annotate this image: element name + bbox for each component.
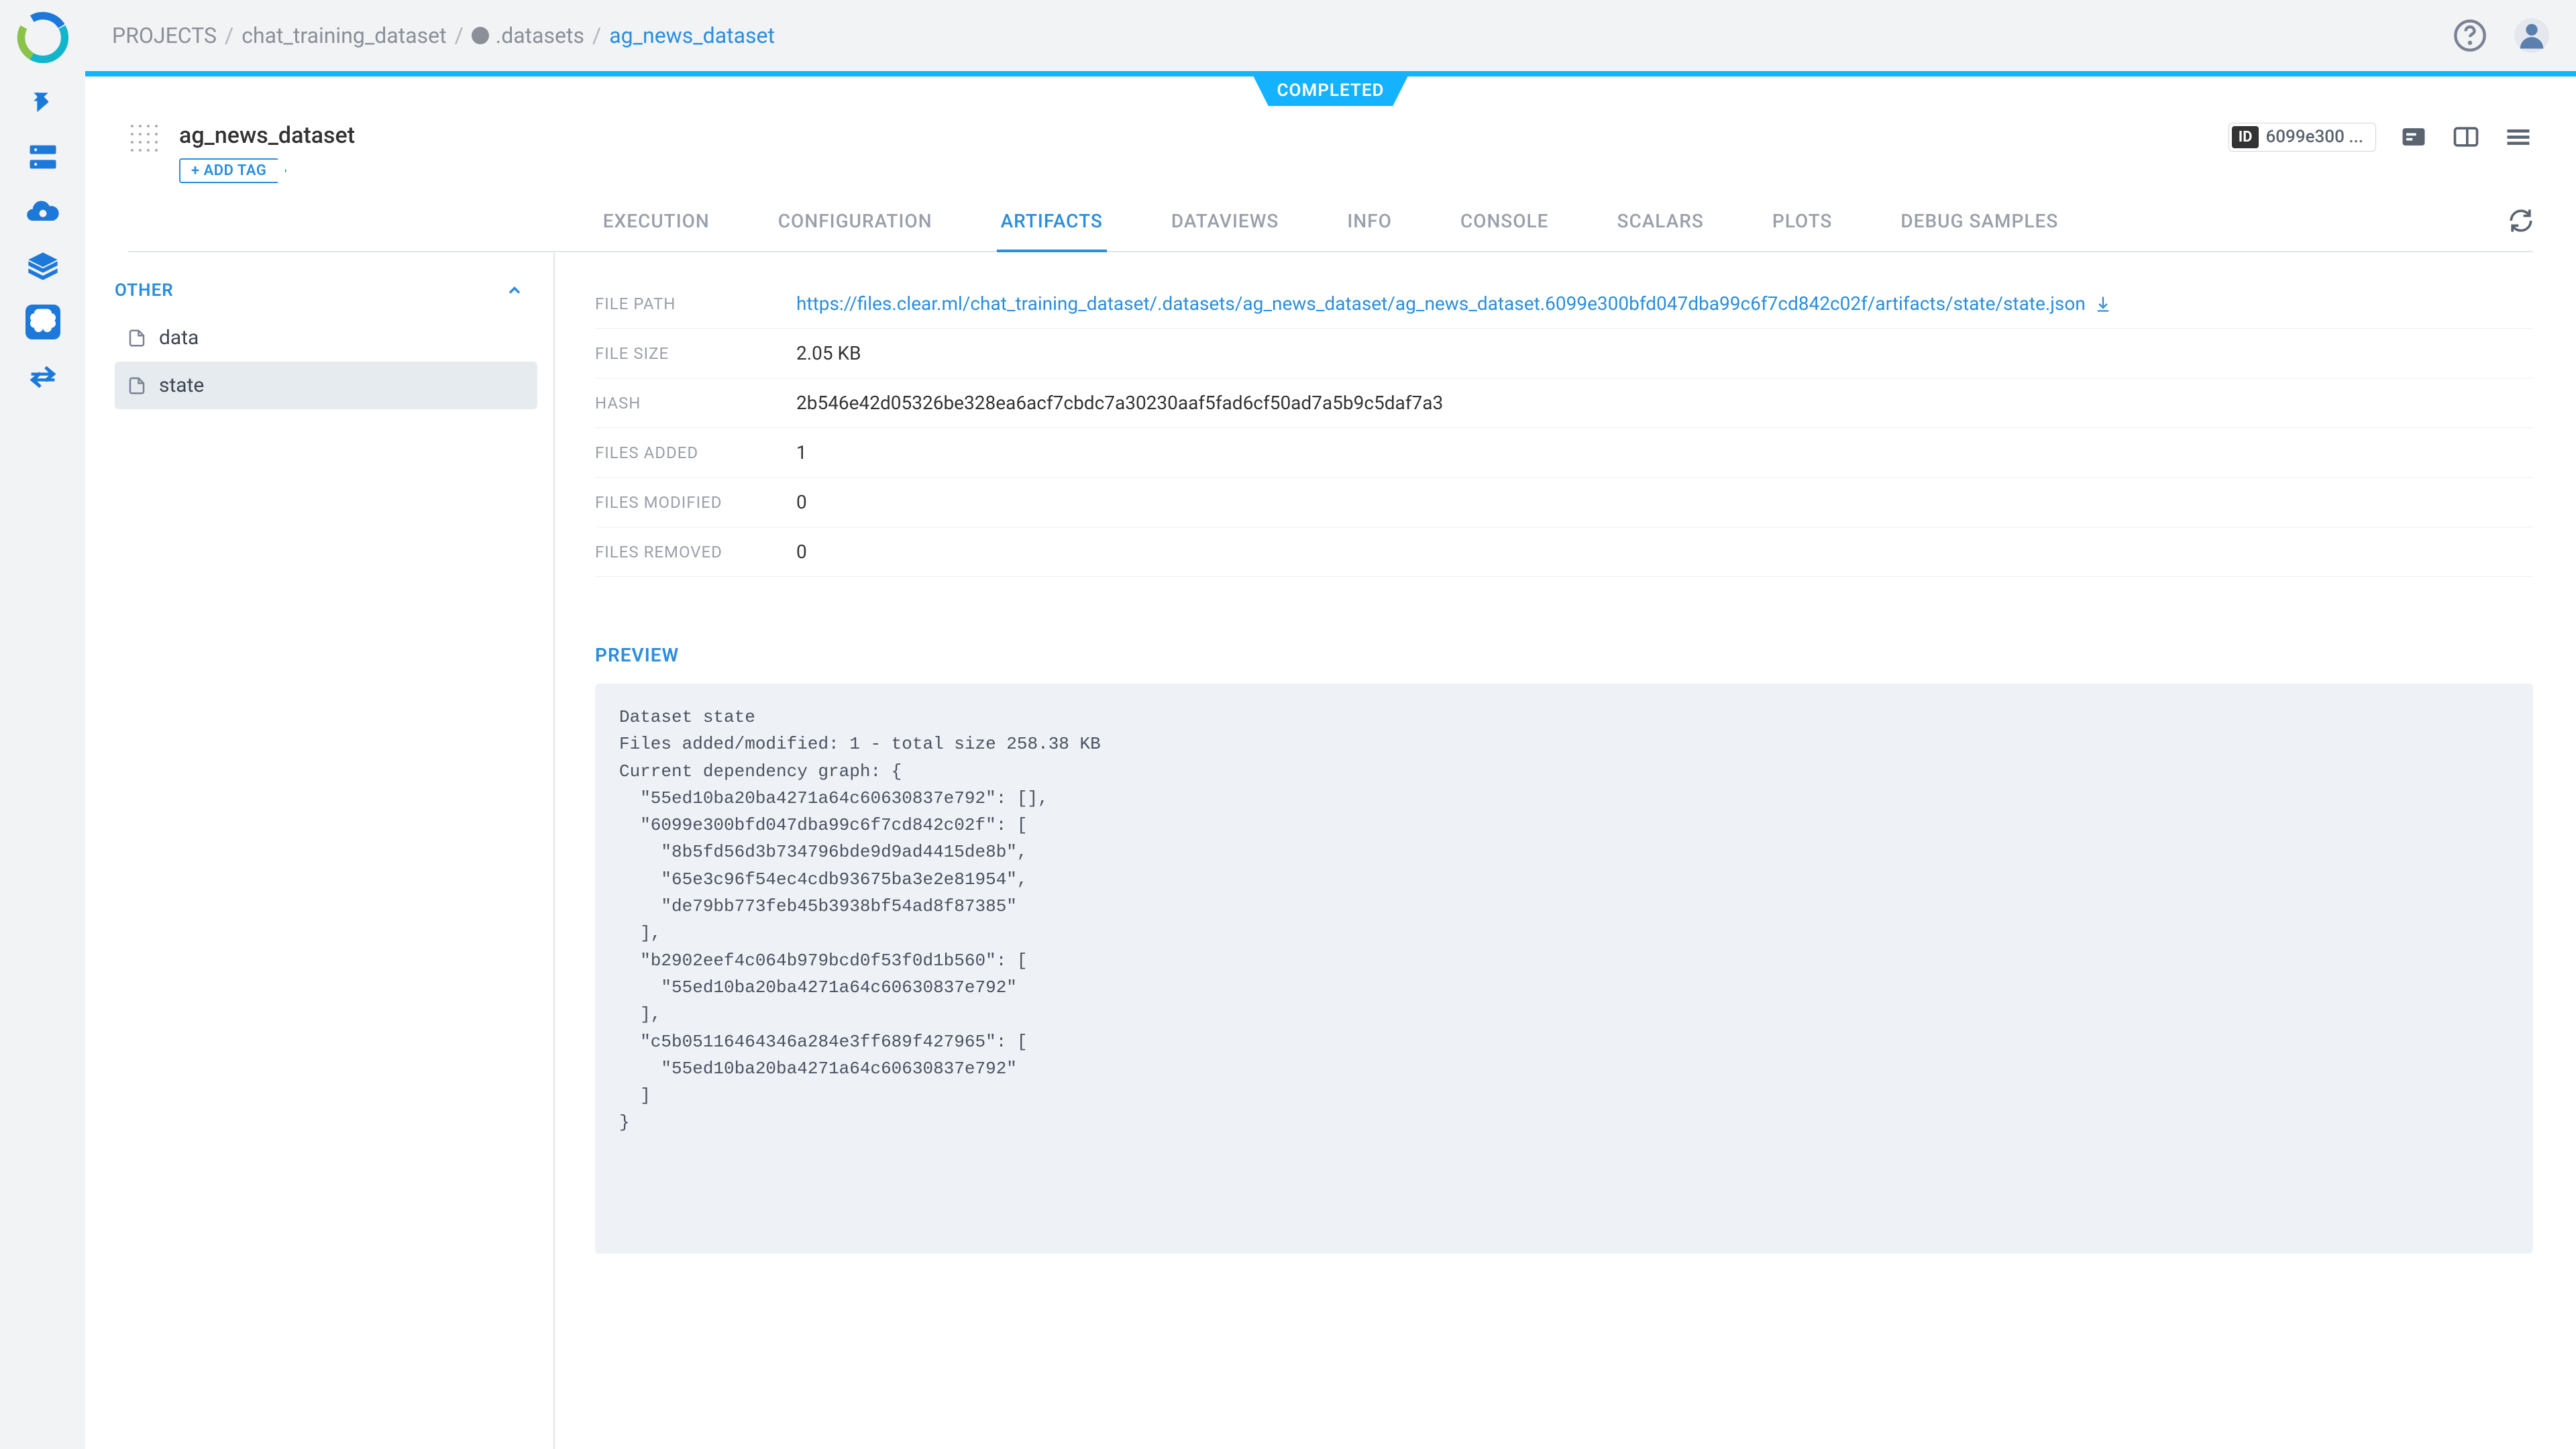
- tab-execution[interactable]: EXECUTION: [599, 210, 714, 251]
- nav-server-icon[interactable]: [25, 140, 60, 174]
- kv-value-filesize: 2.05 KB: [796, 342, 861, 364]
- view-card-icon[interactable]: [2399, 122, 2428, 152]
- add-tag-button[interactable]: + ADD TAG: [179, 158, 286, 183]
- nav-layers-icon[interactable]: [25, 250, 60, 284]
- artifact-detail-panel: FILE PATH https://files.clear.ml/chat_tr…: [555, 252, 2576, 1449]
- kv-label-hash: HASH: [595, 394, 796, 413]
- kv-value-files-modified: 0: [796, 491, 807, 513]
- breadcrumb-datasets[interactable]: .datasets: [472, 23, 584, 48]
- add-tag-label: ADD TAG: [204, 162, 267, 179]
- plus-icon: +: [191, 162, 200, 179]
- topbar: PROJECTS / chat_training_dataset / .data…: [85, 0, 2576, 71]
- nav-brain-icon[interactable]: [25, 305, 60, 339]
- tab-info[interactable]: INFO: [1343, 210, 1396, 251]
- preview-heading: PREVIEW: [595, 644, 2533, 666]
- tab-dataviews[interactable]: DATAVIEWS: [1167, 210, 1283, 251]
- tab-console[interactable]: CONSOLE: [1456, 210, 1553, 251]
- side-item-state[interactable]: state: [115, 362, 537, 409]
- breadcrumbs: PROJECTS / chat_training_dataset / .data…: [112, 23, 775, 48]
- tab-artifacts[interactable]: ARTIFACTS: [997, 210, 1107, 252]
- status-badge: COMPLETED: [1253, 75, 1409, 106]
- side-item-data[interactable]: data: [115, 314, 537, 362]
- kv-value-files-removed: 0: [796, 541, 807, 563]
- breadcrumb-datasets-label: .datasets: [496, 23, 584, 48]
- tab-scalars[interactable]: SCALARS: [1613, 210, 1708, 251]
- tab-plots[interactable]: PLOTS: [1768, 210, 1837, 251]
- dataset-grid-icon: [128, 122, 163, 157]
- nav-run-icon[interactable]: [25, 85, 60, 119]
- logo: [16, 11, 70, 64]
- refresh-icon[interactable]: [2506, 206, 2536, 235]
- file-icon: [127, 328, 147, 348]
- id-pill[interactable]: ID 6099e300 ...: [2229, 123, 2376, 152]
- kv-value-hash: 2b546e42d05326be328ea6acf7cbdc7a30230aaf…: [796, 392, 1443, 414]
- side-item-label: data: [159, 326, 199, 350]
- kv-value-files-added: 1: [796, 441, 807, 464]
- view-split-icon[interactable]: [2451, 122, 2481, 152]
- id-label: ID: [2232, 126, 2259, 148]
- chevron-up-icon: [505, 281, 524, 300]
- breadcrumb-sep: /: [455, 23, 464, 48]
- kv-label-files-removed: FILES REMOVED: [595, 543, 796, 561]
- download-icon[interactable]: [2094, 294, 2112, 313]
- help-icon[interactable]: [2453, 18, 2487, 53]
- tab-configuration[interactable]: CONFIGURATION: [774, 210, 936, 251]
- breadcrumb-sep: /: [592, 23, 601, 48]
- id-value: 6099e300 ...: [2265, 127, 2363, 147]
- side-heading-other[interactable]: OTHER: [115, 280, 537, 301]
- side-heading-label: OTHER: [115, 280, 174, 301]
- tabs: EXECUTION CONFIGURATION ARTIFACTS DATAVI…: [128, 210, 2533, 252]
- breadcrumb-projects[interactable]: PROJECTS: [112, 23, 217, 48]
- breadcrumb-current[interactable]: ag_news_dataset: [609, 23, 775, 48]
- tab-debug-samples[interactable]: DEBUG SAMPLES: [1896, 210, 2062, 251]
- side-item-label: state: [159, 374, 204, 397]
- left-nav-rail: [0, 0, 85, 1449]
- kv-label-filepath: FILE PATH: [595, 294, 796, 313]
- file-icon: [127, 376, 147, 396]
- page-title: ag_news_dataset: [179, 122, 355, 149]
- kv-label-files-modified: FILES MODIFIED: [595, 493, 796, 512]
- user-avatar-icon[interactable]: [2514, 18, 2549, 53]
- kv-label-filesize: FILE SIZE: [595, 344, 796, 363]
- nav-upload-icon[interactable]: [25, 195, 60, 229]
- breadcrumb-project[interactable]: chat_training_dataset: [241, 23, 446, 48]
- artifact-side-panel: OTHER data state: [85, 252, 555, 1449]
- nav-transfer-icon[interactable]: [25, 360, 60, 394]
- file-path-link[interactable]: https://files.clear.ml/chat_training_dat…: [796, 292, 2086, 315]
- ghost-icon: [472, 27, 489, 44]
- preview-content: Dataset state Files added/modified: 1 - …: [595, 684, 2533, 1254]
- breadcrumb-sep: /: [225, 23, 233, 48]
- menu-icon[interactable]: [2504, 122, 2533, 152]
- kv-label-files-added: FILES ADDED: [595, 443, 796, 462]
